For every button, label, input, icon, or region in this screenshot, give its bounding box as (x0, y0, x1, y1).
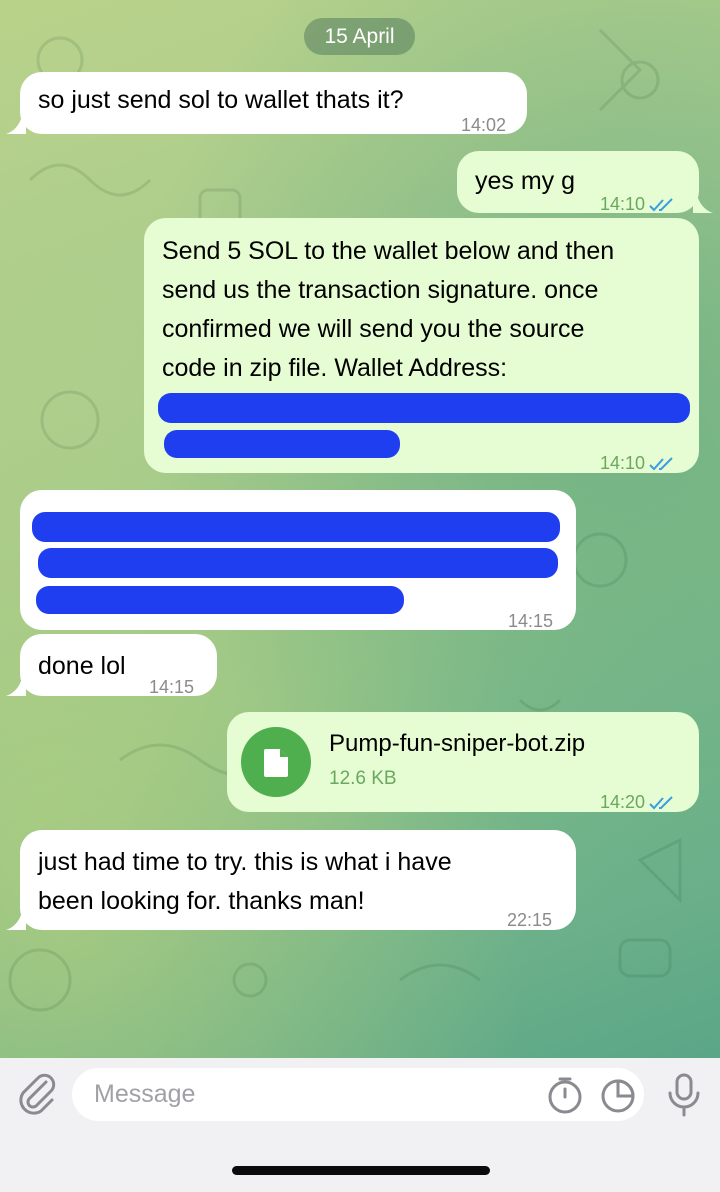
read-checkmarks-icon (649, 457, 673, 471)
outgoing-file-message[interactable]: Pump-fun-sniper-bot.zip 12.6 KB 14:20 (227, 712, 699, 812)
message-text: yes my g (475, 167, 576, 195)
message-text: done lol (38, 652, 126, 680)
message-time: 14:15 (149, 677, 195, 697)
outgoing-message[interactable]: Send 5 SOL to the wallet below and then … (144, 218, 699, 473)
incoming-message[interactable]: 14:15 (20, 490, 576, 631)
incoming-message[interactable]: just had time to try. this is what i hav… (20, 830, 576, 930)
message-text: just had time to try. this is what i hav… (38, 848, 452, 915)
message-text: so just send sol to wallet thats it? (38, 86, 404, 114)
file-name[interactable]: Pump-fun-sniper-bot.zip (329, 724, 585, 763)
attach-icon[interactable] (16, 1072, 58, 1118)
message-placeholder: Message (94, 1080, 196, 1108)
message-time: 22:15 (507, 910, 553, 930)
incoming-message[interactable]: done lol 14:15 (20, 634, 217, 697)
timer-icon[interactable] (546, 1075, 584, 1115)
bubble-tail (693, 195, 713, 213)
file-size: 12.6 KB (329, 768, 397, 789)
read-checkmarks-icon (649, 198, 673, 212)
date-separator: 15 April (304, 18, 415, 55)
outgoing-message[interactable]: yes my g 14:10 (457, 151, 699, 214)
message-text: Send 5 SOL to the wallet below and then … (162, 237, 615, 382)
bubble-tail (6, 116, 26, 134)
file-icon[interactable] (241, 727, 311, 797)
bubble-tail (6, 912, 26, 930)
microphone-icon[interactable] (664, 1072, 704, 1118)
message-time: 14:10 (600, 444, 675, 483)
bubble-tail (6, 678, 26, 696)
home-indicator (232, 1166, 490, 1175)
message-input[interactable]: Message (72, 1068, 644, 1121)
message-time: 14:15 (508, 611, 554, 631)
sticker-icon[interactable] (599, 1075, 637, 1115)
incoming-message[interactable]: so just send sol to wallet thats it? 14:… (20, 72, 527, 135)
read-checkmarks-icon (649, 796, 673, 810)
message-time: 14:20 (600, 783, 675, 822)
message-time: 14:02 (461, 115, 507, 135)
